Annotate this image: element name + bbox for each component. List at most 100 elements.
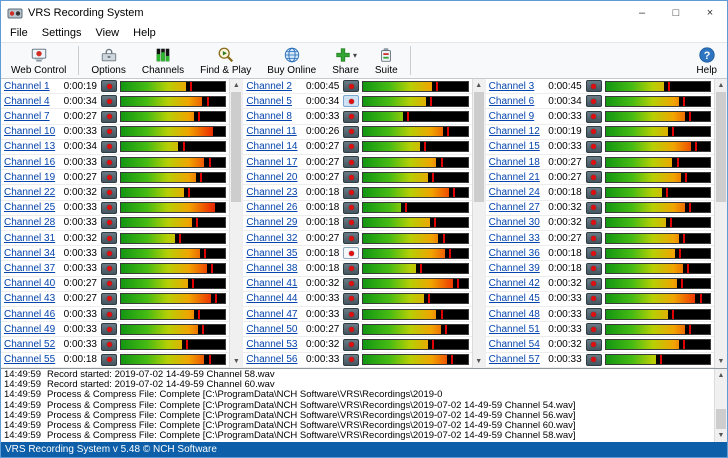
close-button[interactable]: ×: [693, 1, 727, 24]
channel-link[interactable]: Channel 33: [489, 233, 544, 244]
record-button[interactable]: [101, 232, 117, 244]
channel-link[interactable]: Channel 47: [246, 309, 301, 320]
channel-link[interactable]: Channel 24: [489, 187, 544, 198]
chevron-down-icon[interactable]: ▾: [353, 51, 357, 60]
channel-link[interactable]: Channel 9: [489, 111, 544, 122]
scrollbar[interactable]: ▲▼: [472, 79, 485, 368]
minimize-button[interactable]: –: [625, 1, 659, 24]
channel-link[interactable]: Channel 10: [4, 126, 59, 137]
record-button[interactable]: [343, 247, 359, 259]
record-button[interactable]: [101, 308, 117, 320]
record-button[interactable]: [343, 202, 359, 214]
channel-link[interactable]: Channel 32: [246, 233, 301, 244]
channel-link[interactable]: Channel 17: [246, 157, 301, 168]
record-button[interactable]: [586, 232, 602, 244]
record-button[interactable]: [101, 293, 117, 305]
record-button[interactable]: [101, 217, 117, 229]
channel-link[interactable]: Channel 34: [4, 248, 59, 259]
record-button[interactable]: [101, 187, 117, 199]
channel-link[interactable]: Channel 27: [489, 202, 544, 213]
record-button[interactable]: [343, 293, 359, 305]
record-button[interactable]: [101, 126, 117, 138]
record-button[interactable]: [586, 263, 602, 275]
channel-link[interactable]: Channel 43: [4, 293, 59, 304]
channel-link[interactable]: Channel 14: [246, 141, 301, 152]
record-button[interactable]: [586, 293, 602, 305]
channel-link[interactable]: Channel 45: [489, 293, 544, 304]
record-button[interactable]: [586, 247, 602, 259]
record-button[interactable]: [343, 187, 359, 199]
toolbar-options-button[interactable]: Options: [83, 43, 133, 78]
channel-link[interactable]: Channel 54: [489, 339, 544, 350]
channel-link[interactable]: Channel 16: [4, 157, 59, 168]
scroll-up-arrow[interactable]: ▲: [715, 79, 727, 92]
toolbar-find-play-button[interactable]: Find & Play: [192, 43, 259, 78]
record-button[interactable]: [586, 126, 602, 138]
channel-link[interactable]: Channel 3: [489, 81, 544, 92]
record-button[interactable]: [343, 232, 359, 244]
record-button[interactable]: [343, 80, 359, 92]
record-button[interactable]: [586, 217, 602, 229]
record-button[interactable]: [101, 263, 117, 275]
scrollbar-thumb[interactable]: [716, 409, 726, 429]
scrollbar-thumb[interactable]: [716, 92, 726, 202]
channel-link[interactable]: Channel 13: [4, 141, 59, 152]
channel-link[interactable]: Channel 48: [489, 309, 544, 320]
record-button[interactable]: [101, 156, 117, 168]
toolbar-web-control-button[interactable]: Web Control: [3, 43, 74, 78]
menu-file[interactable]: File: [3, 25, 35, 41]
toolbar-share-button[interactable]: ▾Share: [324, 43, 367, 78]
channel-link[interactable]: Channel 19: [4, 172, 59, 183]
toolbar-help-button[interactable]: ?Help: [688, 43, 725, 78]
menu-settings[interactable]: Settings: [35, 25, 89, 41]
channel-link[interactable]: Channel 23: [246, 187, 301, 198]
channel-link[interactable]: Channel 31: [4, 233, 59, 244]
scrollbar-track[interactable]: [715, 382, 727, 429]
record-button[interactable]: [343, 126, 359, 138]
record-button[interactable]: [343, 339, 359, 351]
record-button[interactable]: [343, 141, 359, 153]
channel-link[interactable]: Channel 26: [246, 202, 301, 213]
channel-link[interactable]: Channel 46: [4, 309, 59, 320]
record-button[interactable]: [586, 339, 602, 351]
scroll-down-arrow[interactable]: ▼: [473, 355, 485, 368]
record-button[interactable]: [101, 354, 117, 366]
record-button[interactable]: [586, 95, 602, 107]
record-button[interactable]: [343, 111, 359, 123]
record-button[interactable]: [101, 278, 117, 290]
channel-link[interactable]: Channel 4: [4, 96, 59, 107]
channel-link[interactable]: Channel 6: [489, 96, 544, 107]
channel-link[interactable]: Channel 2: [246, 81, 301, 92]
scrollbar[interactable]: ▲▼: [714, 79, 727, 368]
scrollbar-track[interactable]: [715, 92, 727, 355]
channel-link[interactable]: Channel 5: [246, 96, 301, 107]
record-button[interactable]: [101, 111, 117, 123]
scrollbar-thumb[interactable]: [474, 92, 484, 202]
record-button[interactable]: [101, 323, 117, 335]
channel-link[interactable]: Channel 21: [489, 172, 544, 183]
scroll-up-arrow[interactable]: ▲: [715, 369, 727, 382]
channel-link[interactable]: Channel 35: [246, 248, 301, 259]
record-button[interactable]: [586, 171, 602, 183]
channel-link[interactable]: Channel 12: [489, 126, 544, 137]
channel-link[interactable]: Channel 57: [489, 354, 544, 365]
record-button[interactable]: [586, 202, 602, 214]
toolbar-channels-button[interactable]: Channels: [134, 43, 192, 78]
record-button[interactable]: [343, 278, 359, 290]
scrollbar-track[interactable]: [473, 92, 485, 355]
channel-link[interactable]: Channel 40: [4, 278, 59, 289]
channel-link[interactable]: Channel 1: [4, 81, 59, 92]
channel-link[interactable]: Channel 41: [246, 278, 301, 289]
channel-link[interactable]: Channel 22: [4, 187, 59, 198]
scroll-down-arrow[interactable]: ▼: [230, 355, 242, 368]
channel-link[interactable]: Channel 42: [489, 278, 544, 289]
toolbar-buy-online-button[interactable]: Buy Online: [259, 43, 324, 78]
channel-link[interactable]: Channel 11: [246, 126, 301, 137]
channel-link[interactable]: Channel 7: [4, 111, 59, 122]
channel-link[interactable]: Channel 44: [246, 293, 301, 304]
channel-link[interactable]: Channel 50: [246, 324, 301, 335]
scroll-down-arrow[interactable]: ▼: [715, 355, 727, 368]
channel-link[interactable]: Channel 28: [4, 217, 59, 228]
channel-link[interactable]: Channel 25: [4, 202, 59, 213]
channel-link[interactable]: Channel 36: [489, 248, 544, 259]
